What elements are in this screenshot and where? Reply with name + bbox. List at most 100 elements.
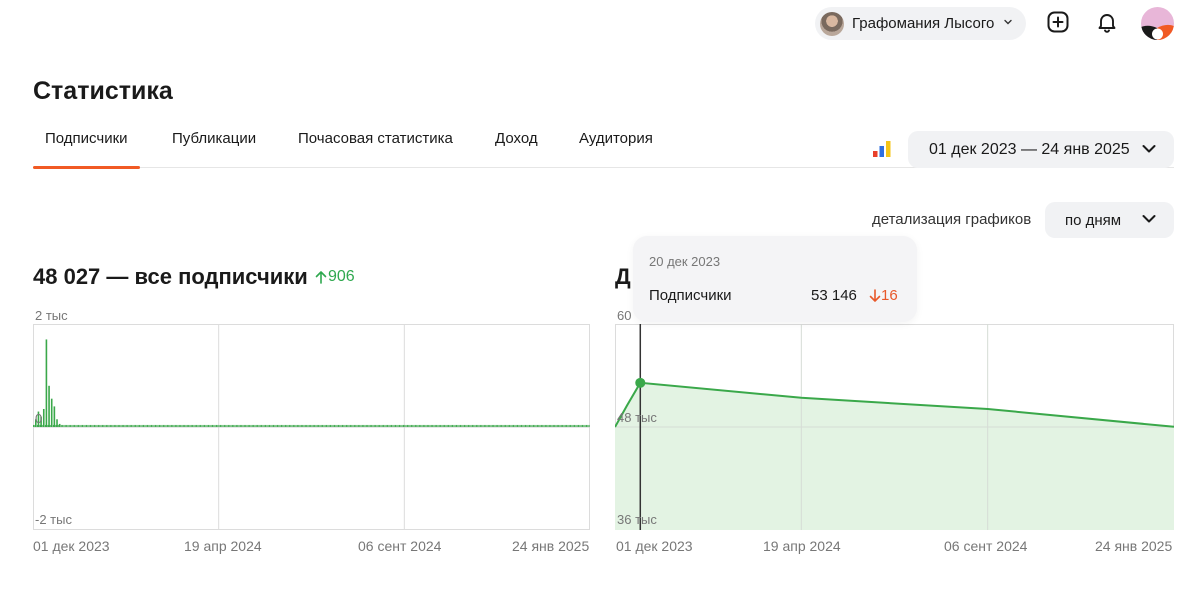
bar bbox=[369, 424, 371, 427]
bar bbox=[440, 424, 442, 427]
bar bbox=[182, 424, 184, 427]
bar bbox=[482, 424, 484, 427]
x-tick-label: 24 янв 2025 bbox=[512, 538, 590, 554]
bar bbox=[307, 424, 309, 427]
bar bbox=[50, 398, 53, 427]
y-tick-label: 2 тыс bbox=[35, 308, 68, 323]
bar bbox=[302, 424, 304, 427]
bar bbox=[347, 424, 349, 427]
bar bbox=[181, 424, 183, 427]
bar bbox=[339, 424, 341, 427]
bar bbox=[554, 424, 556, 427]
bar bbox=[352, 424, 354, 427]
bar bbox=[84, 424, 86, 427]
notifications-button[interactable] bbox=[1094, 9, 1120, 35]
bar bbox=[131, 424, 133, 427]
bar bbox=[531, 424, 533, 427]
bar bbox=[121, 424, 123, 427]
bar bbox=[568, 424, 570, 427]
bar bbox=[444, 424, 446, 427]
bar bbox=[189, 424, 191, 427]
bar bbox=[223, 424, 225, 427]
y-tick-label: 36 тыс bbox=[617, 512, 657, 527]
bar bbox=[319, 424, 321, 427]
page-title: Статистика bbox=[33, 77, 173, 105]
bar bbox=[269, 424, 270, 427]
date-range-select[interactable]: 01 дек 2023 — 24 янв 2025 bbox=[908, 131, 1174, 168]
bar bbox=[290, 424, 292, 427]
bar bbox=[430, 424, 432, 427]
bar bbox=[238, 424, 240, 427]
bar bbox=[270, 424, 272, 427]
chevron-down-icon bbox=[1142, 215, 1156, 223]
bar bbox=[507, 424, 509, 427]
bar bbox=[295, 424, 297, 427]
bar bbox=[255, 424, 257, 427]
create-button[interactable] bbox=[1045, 9, 1071, 35]
x-tick-label: 19 апр 2024 bbox=[184, 538, 262, 554]
bar bbox=[348, 424, 350, 427]
bar bbox=[330, 424, 331, 427]
bar bbox=[99, 424, 101, 427]
tab-audience[interactable]: Аудитория bbox=[579, 130, 653, 168]
bar bbox=[583, 424, 585, 427]
bar bbox=[408, 424, 410, 427]
bar bbox=[470, 424, 472, 427]
subscribers-total-title: 48 027 — все подписчики bbox=[33, 264, 308, 289]
bar bbox=[117, 424, 119, 427]
bar bbox=[80, 424, 82, 427]
bar bbox=[397, 424, 399, 427]
bar bbox=[298, 424, 300, 427]
bar bbox=[371, 424, 373, 427]
bar bbox=[266, 424, 268, 427]
bar bbox=[442, 424, 444, 427]
bar bbox=[552, 424, 554, 427]
bar bbox=[265, 424, 267, 427]
bar bbox=[116, 424, 118, 427]
bar bbox=[406, 424, 408, 427]
bar bbox=[360, 424, 362, 427]
subscribers-dynamics-chart[interactable] bbox=[615, 324, 1174, 530]
bar bbox=[534, 424, 536, 427]
bar bbox=[349, 424, 351, 427]
bar bbox=[200, 424, 202, 427]
bar bbox=[186, 424, 188, 427]
bar bbox=[351, 424, 353, 427]
subscribers-delta-value: 906 bbox=[328, 268, 355, 285]
bar bbox=[286, 424, 288, 427]
bar bbox=[383, 424, 385, 427]
bar bbox=[76, 424, 78, 427]
tab-publications[interactable]: Публикации bbox=[172, 130, 256, 168]
bar bbox=[284, 424, 286, 427]
bar bbox=[95, 424, 97, 427]
bar bbox=[253, 424, 255, 427]
bar bbox=[575, 424, 577, 427]
bar bbox=[409, 424, 411, 427]
tab-hourly-stats[interactable]: Почасовая статистика bbox=[298, 130, 453, 168]
detail-select[interactable]: по дням bbox=[1045, 202, 1174, 238]
bar bbox=[318, 424, 320, 427]
bar bbox=[521, 424, 522, 427]
tab-income[interactable]: Доход bbox=[495, 130, 538, 168]
bar bbox=[491, 424, 493, 427]
bar bbox=[149, 424, 151, 427]
bar bbox=[230, 424, 232, 427]
bar bbox=[522, 424, 524, 427]
bar bbox=[222, 424, 224, 427]
bar bbox=[66, 424, 68, 427]
bar bbox=[580, 424, 582, 427]
bar-chart-icon[interactable] bbox=[872, 140, 892, 158]
bar bbox=[177, 424, 179, 427]
bar bbox=[525, 424, 526, 427]
bar bbox=[137, 424, 139, 427]
tab-subscribers[interactable]: Подписчики bbox=[33, 130, 139, 169]
bar bbox=[567, 424, 569, 427]
bar bbox=[562, 424, 564, 427]
bar bbox=[375, 424, 377, 427]
user-avatar[interactable] bbox=[1141, 7, 1174, 40]
channel-switcher[interactable]: Графомания Лысого bbox=[815, 7, 1026, 40]
channel-avatar bbox=[820, 11, 844, 36]
bar bbox=[345, 424, 347, 427]
bar bbox=[279, 424, 281, 427]
bar bbox=[33, 424, 34, 427]
